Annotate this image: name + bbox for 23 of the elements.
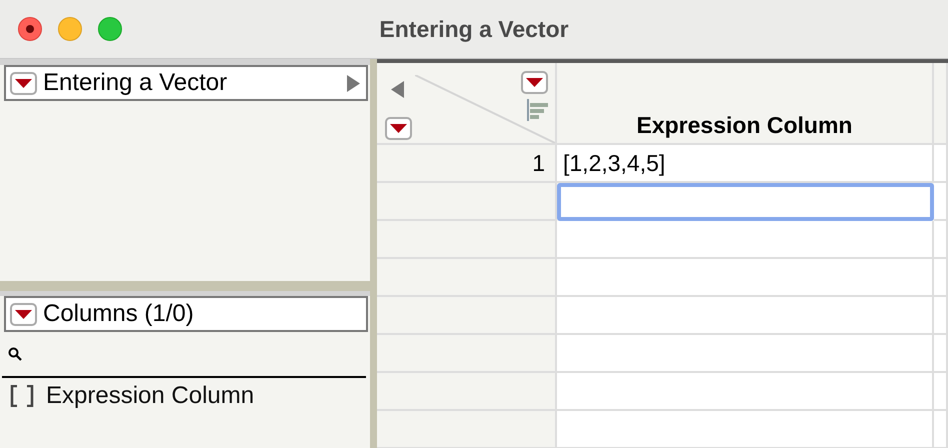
window-title: Entering a Vector [379,16,569,42]
table-cell[interactable]: [1,2,3,4,5] [557,145,934,183]
menu-button[interactable] [10,72,37,94]
expression-icon [10,385,34,407]
menu-triangle-icon [526,78,543,87]
menu-triangle-icon [15,78,32,88]
panel-title: Entering a Vector [43,69,228,97]
menu-button[interactable] [521,71,548,94]
menu-button[interactable] [385,117,412,140]
minimize-button[interactable] [58,17,82,41]
panel-title: Columns (1/0) [43,300,195,328]
expand-arrow-icon[interactable] [347,74,360,92]
column-name[interactable]: Expression Column [46,382,254,410]
table-cell[interactable] [557,183,934,221]
close-button[interactable] [18,17,42,41]
left-arrow-icon[interactable] [391,81,404,98]
menu-triangle-icon [15,310,32,318]
menu-button[interactable] [10,302,37,326]
panel-splitter[interactable] [0,281,370,296]
menu-triangle-icon [390,124,407,133]
search-icon[interactable] [8,347,22,361]
bar-chart-icon[interactable] [527,99,549,121]
zoom-button[interactable] [98,17,122,41]
